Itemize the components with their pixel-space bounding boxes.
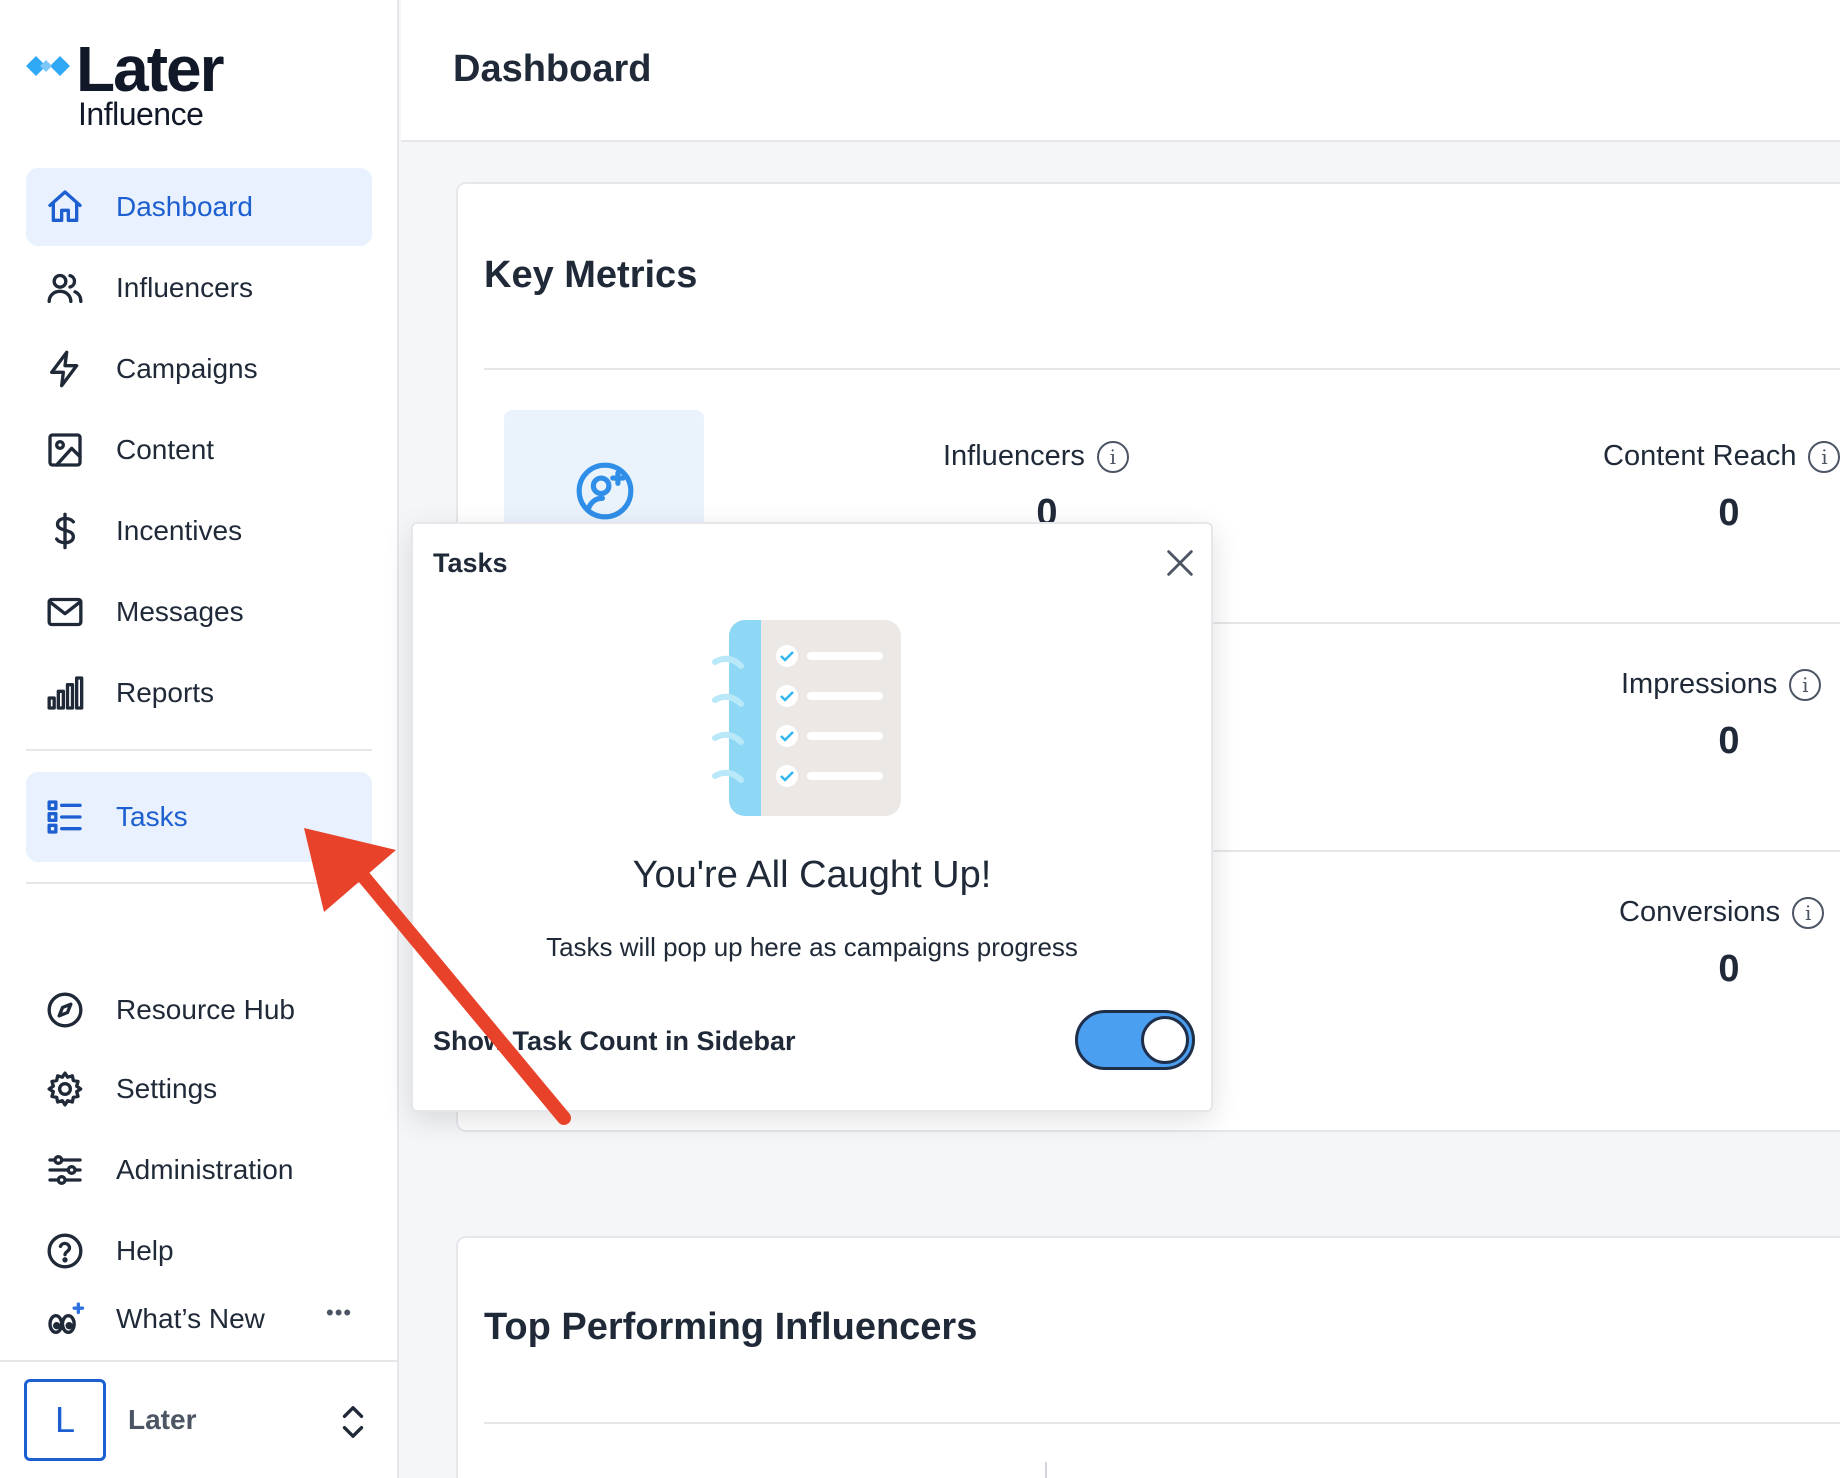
- page-title: Dashboard: [453, 48, 652, 90]
- sidebar-item-settings[interactable]: Settings: [26, 1050, 372, 1128]
- mail-icon: [42, 589, 88, 635]
- metric-label-text: Influencers: [943, 440, 1085, 472]
- info-icon[interactable]: i: [1808, 440, 1840, 473]
- sidebar-item-tasks[interactable]: Tasks: [26, 772, 372, 862]
- sidebar-item-label: Content: [116, 434, 215, 465]
- sidebar-item-resource-hub[interactable]: Resource Hub: [26, 971, 372, 1049]
- users-icon: [42, 265, 88, 311]
- metric-label-text: Content Reach: [1603, 440, 1797, 472]
- card-title: Top Performing Influencers: [484, 1306, 978, 1348]
- later-logo-icon: [26, 56, 70, 76]
- metric-label-text: Conversions: [1619, 896, 1781, 928]
- chart-tick: [1045, 1462, 1047, 1478]
- card-title: Key Metrics: [484, 254, 698, 296]
- sidebar-item-label: Reports: [116, 677, 215, 708]
- info-icon[interactable]: i: [1789, 668, 1822, 701]
- card-divider: [484, 1422, 1840, 1424]
- top-performing-influencers-card: Top Performing Influencers: [456, 1236, 1840, 1478]
- info-icon[interactable]: i: [1792, 896, 1825, 929]
- list-icon: [42, 794, 88, 840]
- sidebar: Later Influence Dashboard Influencers Ca…: [0, 0, 399, 1478]
- toggle-knob: [1141, 1016, 1189, 1064]
- sidebar-item-label: Dashboard: [116, 191, 253, 222]
- sidebar-item-label: Administration: [116, 1154, 294, 1185]
- metric-tile: [504, 410, 704, 540]
- row-divider: [1198, 622, 1840, 624]
- chevron-up-down-icon: [342, 1406, 364, 1438]
- more-options-icon[interactable]: •••: [326, 1300, 352, 1326]
- sidebar-item-campaigns[interactable]: Campaigns: [26, 330, 372, 408]
- sidebar-item-label: Messages: [116, 596, 244, 627]
- sidebar-item-dashboard[interactable]: Dashboard: [26, 168, 372, 246]
- sidebar-item-label: Incentives: [116, 515, 243, 546]
- metric-label-impressions: Impressions i: [1621, 668, 1822, 701]
- row-divider: [1198, 850, 1840, 852]
- popover-title: Tasks: [433, 548, 508, 578]
- metric-value-content-reach: 0: [1718, 492, 1740, 534]
- compass-icon: [42, 987, 88, 1033]
- top-bar: Dashboard: [401, 0, 1840, 142]
- tasks-popover: Tasks You're All Caught Up! Tasks will p…: [411, 522, 1213, 1112]
- sidebar-divider: [26, 882, 372, 884]
- account-avatar: L: [24, 1379, 106, 1461]
- sidebar-item-label: What’s New: [116, 1303, 265, 1334]
- gear-icon: [42, 1066, 88, 1112]
- sidebar-item-label: Resource Hub: [116, 994, 295, 1025]
- sidebar-divider: [26, 749, 372, 751]
- metric-value-conversions: 0: [1718, 948, 1740, 990]
- sidebar-item-help[interactable]: Help: [26, 1212, 372, 1290]
- logo-wordmark: Later: [76, 33, 224, 105]
- show-task-count-label: Show Task Count in Sidebar: [433, 1026, 796, 1056]
- metric-label-conversions: Conversions i: [1619, 896, 1825, 929]
- account-switcher[interactable]: L Later: [0, 1360, 397, 1478]
- metric-value-impressions: 0: [1718, 720, 1740, 762]
- dollar-icon: [42, 508, 88, 554]
- bar-chart-icon: [42, 670, 88, 716]
- sidebar-item-messages[interactable]: Messages: [26, 573, 372, 651]
- card-divider: [484, 368, 1840, 370]
- later-logo[interactable]: Later Influence: [26, 33, 256, 136]
- sliders-icon: [42, 1147, 88, 1193]
- metric-label-text: Impressions: [1621, 668, 1778, 700]
- account-name: Later: [128, 1404, 197, 1435]
- home-icon: [42, 184, 88, 230]
- logo-subtitle: Influence: [78, 96, 204, 132]
- sidebar-item-label: Campaigns: [116, 353, 258, 384]
- metric-label-influencers: Influencers i: [943, 440, 1129, 473]
- metric-label-content-reach: Content Reach i: [1603, 440, 1840, 473]
- checklist-notebook-illustration: [712, 620, 901, 816]
- sidebar-item-label: Influencers: [116, 272, 253, 303]
- sidebar-item-reports[interactable]: Reports: [26, 654, 372, 732]
- image-icon: [42, 427, 88, 473]
- empty-state-heading: You're All Caught Up!: [632, 854, 992, 896]
- user-sparkle-icon: [576, 462, 634, 520]
- help-icon: [42, 1228, 88, 1274]
- sidebar-item-whats-new[interactable]: What’s New: [26, 1280, 372, 1358]
- sidebar-item-influencers[interactable]: Influencers: [26, 249, 372, 327]
- sidebar-item-label: Help: [116, 1235, 174, 1266]
- sidebar-item-label: Tasks: [116, 801, 188, 832]
- lightning-icon: [42, 346, 88, 392]
- sidebar-item-label: Settings: [116, 1073, 218, 1104]
- sidebar-item-incentives[interactable]: Incentives: [26, 492, 372, 570]
- sparkle-eyes-icon: [42, 1296, 88, 1342]
- info-icon[interactable]: i: [1096, 440, 1129, 473]
- show-task-count-toggle[interactable]: [1075, 1010, 1195, 1070]
- close-icon[interactable]: [1163, 546, 1197, 580]
- sidebar-item-administration[interactable]: Administration: [26, 1131, 372, 1209]
- sidebar-item-content[interactable]: Content: [26, 411, 372, 489]
- empty-state-message: Tasks will pop up here as campaigns prog…: [546, 932, 1078, 962]
